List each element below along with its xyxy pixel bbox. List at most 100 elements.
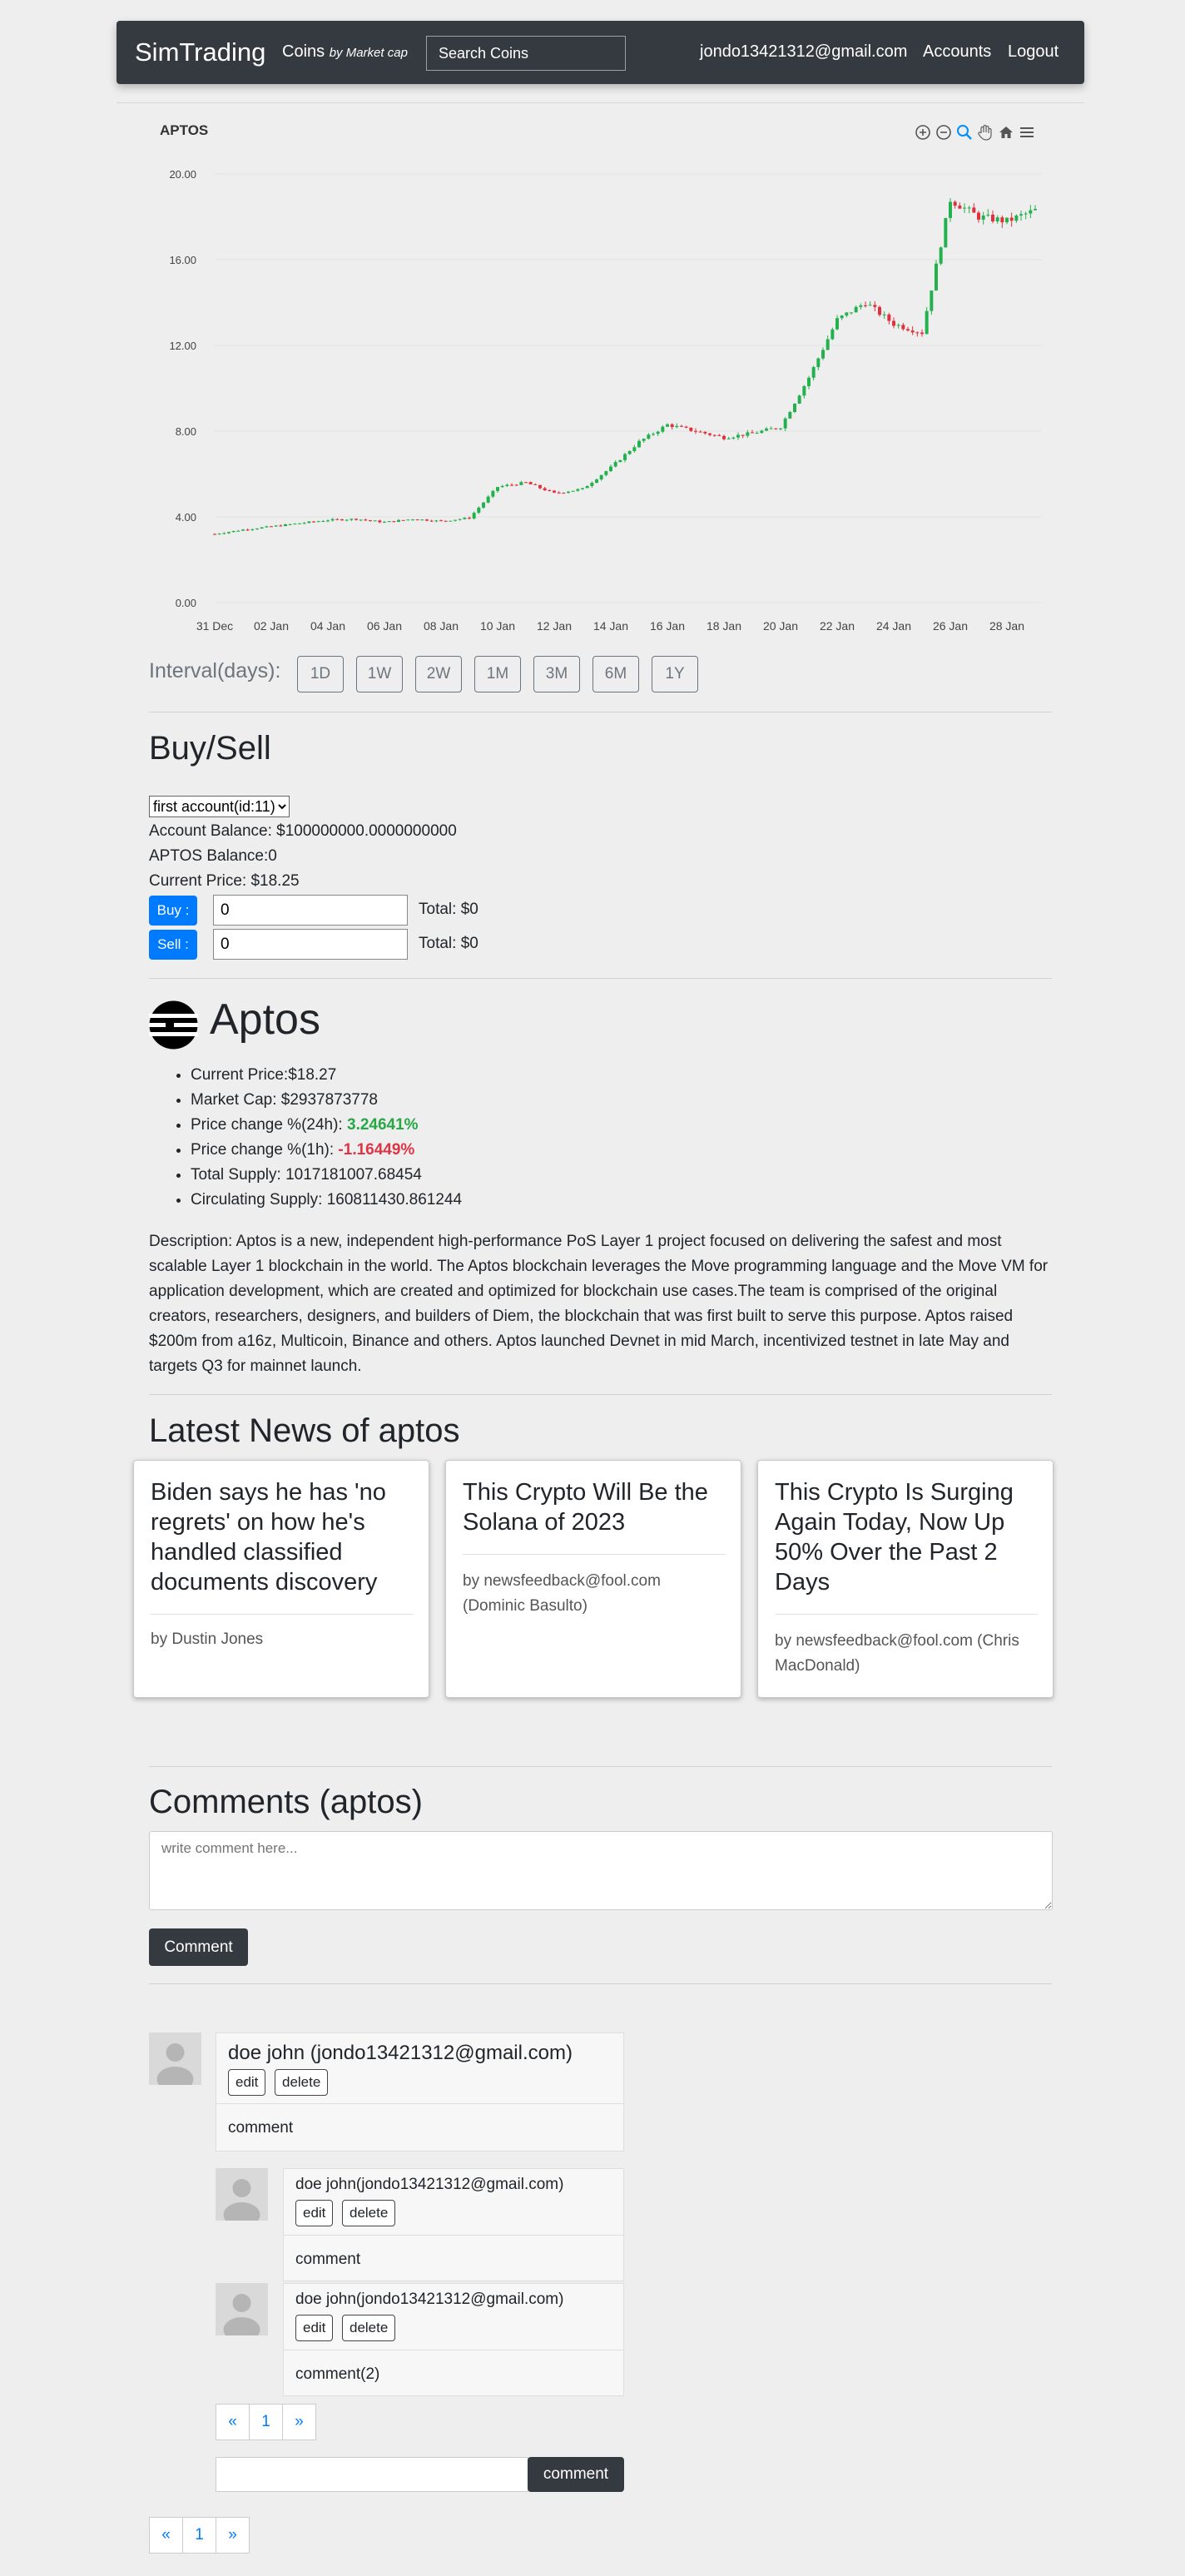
candle-body bbox=[821, 350, 825, 359]
candle-body bbox=[850, 312, 853, 314]
candle-body bbox=[661, 426, 665, 432]
interval-1d-button[interactable]: 1D bbox=[297, 656, 344, 692]
candle-body bbox=[429, 520, 434, 522]
stat-label: Price change %(24h): bbox=[191, 1116, 347, 1134]
x-tick-label: 02 Jan bbox=[254, 619, 289, 633]
submit-reply-button[interactable]: comment bbox=[528, 2457, 624, 2492]
pagination-page[interactable]: 1 bbox=[249, 2404, 283, 2440]
candle-body bbox=[312, 521, 315, 523]
interval-1y-button[interactable]: 1Y bbox=[652, 656, 698, 692]
candle-body bbox=[708, 433, 711, 435]
current-price-text: Current Price: $18.25 bbox=[149, 872, 300, 890]
sell-button[interactable]: Sell : bbox=[149, 930, 197, 960]
coins-by-market-cap-link[interactable]: Coins by Market cap bbox=[282, 42, 408, 62]
account-select[interactable]: first account(id:11) bbox=[149, 796, 290, 817]
x-tick-label: 08 Jan bbox=[424, 619, 459, 633]
delete-comment-button[interactable]: delete bbox=[275, 2069, 329, 2096]
candle-body bbox=[977, 212, 980, 220]
candle-body bbox=[802, 385, 806, 396]
candle-body bbox=[581, 488, 584, 489]
interval-3m-button[interactable]: 3M bbox=[533, 656, 580, 692]
candle-body bbox=[491, 490, 495, 497]
avatar bbox=[216, 2168, 268, 2221]
candle-body bbox=[557, 492, 561, 494]
candle-body bbox=[321, 521, 325, 523]
news-title[interactable]: This Crypto Is Surging Again Today, Now … bbox=[775, 1477, 1039, 1597]
pan-hand-icon[interactable] bbox=[976, 123, 994, 141]
candle-body bbox=[326, 520, 330, 522]
brand-link[interactable]: SimTrading bbox=[135, 37, 265, 67]
user-email-link[interactable]: jondo13421312@gmail.com bbox=[700, 42, 907, 62]
candle-body bbox=[519, 482, 523, 485]
edit-reply-button[interactable]: edit bbox=[295, 2200, 334, 2226]
reset-home-icon[interactable] bbox=[997, 123, 1015, 141]
search-coins-input[interactable] bbox=[426, 36, 626, 71]
x-tick-label: 28 Jan bbox=[989, 619, 1024, 633]
chart-title: APTOS bbox=[160, 122, 209, 138]
news-title[interactable]: This Crypto Will Be the Solana of 2023 bbox=[463, 1477, 727, 1537]
interval-2w-button[interactable]: 2W bbox=[415, 656, 462, 692]
candle-body bbox=[335, 519, 340, 520]
candle-body bbox=[859, 305, 863, 307]
edit-comment-button[interactable]: edit bbox=[228, 2069, 266, 2096]
delete-reply-button[interactable]: delete bbox=[342, 2200, 396, 2226]
price-candlestick-chart[interactable]: 0.00 4.00 8.00 12.00 16.00 20.00 31 Dec 02 Jan… bbox=[141, 154, 1057, 645]
interval-1w-button[interactable]: 1W bbox=[356, 656, 403, 692]
logout-link[interactable]: Logout bbox=[1008, 42, 1059, 62]
candle-body bbox=[576, 489, 580, 491]
candle-body bbox=[477, 507, 481, 514]
stat-label: Circulating Supply: bbox=[191, 1191, 327, 1209]
news-card[interactable]: This Crypto Will Be the Solana of 2023 b… bbox=[445, 1460, 741, 1698]
candle-body bbox=[543, 488, 547, 491]
pagination-next[interactable]: » bbox=[282, 2404, 316, 2440]
accounts-link[interactable]: Accounts bbox=[923, 42, 991, 62]
aptos-logo-icon bbox=[149, 1000, 198, 1050]
interval-1m-button[interactable]: 1M bbox=[474, 656, 521, 692]
candle-body bbox=[807, 377, 811, 386]
candle-body bbox=[920, 332, 924, 335]
reply-body: comment(2) bbox=[295, 2365, 380, 2383]
candle-body bbox=[930, 290, 934, 311]
section-divider bbox=[149, 978, 1052, 979]
reply-input[interactable] bbox=[216, 2457, 528, 2492]
candle-body bbox=[378, 520, 382, 523]
candle-body bbox=[906, 329, 910, 331]
submit-comment-button[interactable]: Comment bbox=[149, 1928, 248, 1966]
pagination-prev[interactable]: « bbox=[216, 2404, 250, 2440]
interval-6m-button[interactable]: 6M bbox=[592, 656, 639, 692]
candle-body bbox=[373, 520, 377, 522]
news-author: by newsfeedback@fool.com (Dominic Basult… bbox=[463, 1572, 661, 1615]
pagination-next[interactable]: » bbox=[216, 2517, 250, 2554]
buy-amount-input[interactable] bbox=[213, 895, 408, 926]
candle-body bbox=[260, 527, 264, 529]
sell-amount-input[interactable] bbox=[213, 929, 408, 960]
pagination-prev[interactable]: « bbox=[149, 2517, 183, 2554]
x-tick-label: 16 Jan bbox=[650, 619, 685, 633]
zoom-out-icon[interactable] bbox=[935, 123, 953, 141]
zoom-in-icon[interactable] bbox=[914, 123, 932, 141]
candle-body bbox=[995, 217, 999, 222]
news-card[interactable]: This Crypto Is Surging Again Today, Now … bbox=[757, 1460, 1054, 1698]
candle-body bbox=[364, 519, 368, 521]
pagination-page[interactable]: 1 bbox=[182, 2517, 216, 2554]
y-tick-label: 0.00 bbox=[176, 597, 196, 609]
candle-body bbox=[1009, 217, 1014, 221]
comment-header: doe john (jondo13421312@gmail.com) edit … bbox=[216, 2033, 623, 2104]
user-avatar-icon bbox=[223, 2179, 260, 2221]
news-card[interactable]: Biden says he has 'no regrets' on how he… bbox=[133, 1460, 429, 1698]
buy-button[interactable]: Buy : bbox=[149, 896, 197, 926]
candle-body bbox=[873, 305, 877, 307]
edit-reply-button[interactable]: edit bbox=[295, 2315, 334, 2341]
candle-body bbox=[482, 502, 485, 508]
candle-body bbox=[274, 525, 278, 527]
selection-zoom-icon[interactable] bbox=[955, 123, 974, 141]
chart-menu-icon[interactable] bbox=[1018, 123, 1036, 141]
comment-textarea[interactable] bbox=[149, 1831, 1053, 1910]
candle-body bbox=[241, 529, 245, 531]
stat-value: $2937873778 bbox=[280, 1091, 379, 1109]
candle-body bbox=[765, 428, 768, 431]
delete-reply-button[interactable]: delete bbox=[342, 2315, 396, 2341]
news-title[interactable]: Biden says he has 'no regrets' on how he… bbox=[151, 1477, 415, 1597]
candle-body bbox=[910, 330, 915, 333]
x-tick-label: 14 Jan bbox=[593, 619, 628, 633]
